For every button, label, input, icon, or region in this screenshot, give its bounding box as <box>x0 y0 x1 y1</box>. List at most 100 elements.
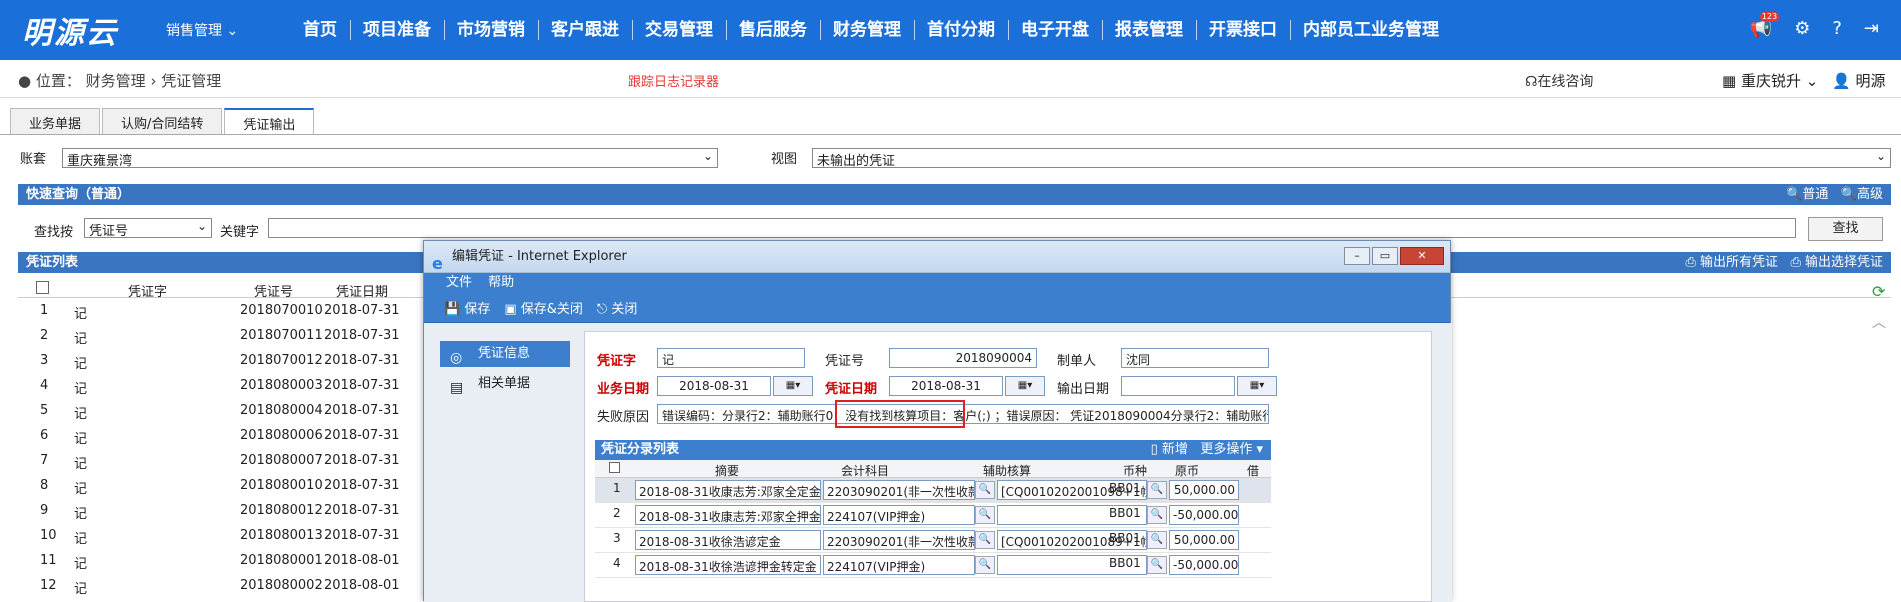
mode-advanced-link[interactable]: 高级 <box>1857 187 1883 202</box>
entry-row[interactable]: 22018-08-31收康志芳:邓家全押金转定金224107(VIP押金)🔍🔍B… <box>595 503 1271 528</box>
mode-normal-link[interactable]: 普通 <box>1802 187 1828 202</box>
table-row[interactable]: 7 记 2018080007 2018-07-31 <box>18 450 428 475</box>
entry-summary-input[interactable]: 2018-08-31收康志芳:邓家全定金 <box>635 480 821 500</box>
user-menu[interactable]: 👤 明源 <box>1832 70 1885 91</box>
calendar-icon[interactable]: ▦▾ <box>1005 376 1045 396</box>
entry-row[interactable]: 3 2018-08-31收徐浩谚定金 2203090201(非一次性收款) 🔍 [CQ0… <box>595 528 1271 553</box>
entry-summary-input[interactable]: 2018-08-31收徐浩谚押金转定金 <box>635 555 821 575</box>
view-select[interactable]: 未输出的凭证 ⌄ <box>812 148 1891 169</box>
table-row[interactable]: 5 记 2018080004 2018-07-31 <box>18 400 428 425</box>
save-close-button[interactable]: ▣ 保存&关闭 <box>504 298 583 317</box>
search-icon[interactable]: 🔍 <box>975 556 995 574</box>
tab-business-docs[interactable]: 业务单据 <box>10 108 101 134</box>
entry-account-input[interactable]: 224107(VIP押金) <box>823 505 975 525</box>
entry-summary-input[interactable]: 2018-08-31收徐浩谚定金 <box>635 530 821 550</box>
entry-amount-input[interactable]: 50,000.00 <box>1169 530 1239 550</box>
find-by-select[interactable]: 凭证号 ⌄ <box>84 218 212 239</box>
entry-account-input[interactable]: 224107(VIP押金) <box>823 555 975 575</box>
add-entry-button[interactable]: ▯ 新增 <box>1151 442 1188 457</box>
table-row[interactable]: 3 记 2018070012 2018-07-31 <box>18 350 428 375</box>
refresh-icon[interactable]: ⟳ <box>1872 282 1885 301</box>
tab-voucher-output[interactable]: 凭证输出 <box>224 108 315 134</box>
voucher-date-input[interactable]: 2018-08-31 <box>889 376 1003 396</box>
dialog-titlebar[interactable]: e 编辑凭证 - Internet Explorer – ▭ ✕ <box>424 241 1450 273</box>
table-row[interactable]: 6 记 2018080006 2018-07-31 <box>18 425 428 450</box>
save-button[interactable]: 💾 保存 <box>444 298 490 317</box>
search-icon[interactable]: 🔍 <box>1147 556 1167 574</box>
voucher-word-input[interactable]: 记 <box>657 348 805 368</box>
search-icon[interactable]: 🔍 <box>1147 481 1167 499</box>
biz-date-input[interactable]: 2018-08-31 <box>657 376 771 396</box>
chevron-up-icon[interactable]: ︿ <box>1872 312 1886 332</box>
nav-home[interactable]: 首页 <box>290 0 350 60</box>
entry-account-input[interactable]: 2203090201(非一次性收款) <box>823 480 975 500</box>
logout-icon[interactable]: ⇥ <box>1864 18 1879 39</box>
search-icon[interactable]: 🔍 <box>975 481 995 499</box>
select-all-checkbox[interactable] <box>36 281 49 298</box>
maximize-button[interactable]: ▭ <box>1372 247 1398 265</box>
nav-invoice-api[interactable]: 开票接口 <box>1196 0 1290 60</box>
entry-row[interactable]: 1 2018-08-31收康志芳:邓家全定金 2203090201(非一次性收款) 🔍… <box>595 478 1271 503</box>
nav-staff-business[interactable]: 内部员工业务管理 <box>1290 0 1452 60</box>
table-row[interactable]: 8 记 2018080010 2018-07-31 <box>18 475 428 500</box>
help-icon[interactable]: ? <box>1832 18 1842 39</box>
search-icon[interactable]: 🔍 <box>975 506 995 524</box>
nav-project-prep[interactable]: 项目准备 <box>350 0 444 60</box>
breadcrumb-finance[interactable]: 财务管理 <box>86 72 146 90</box>
megaphone-icon[interactable]: 📢 123 <box>1750 12 1780 39</box>
menu-file[interactable]: 文件 <box>446 275 472 290</box>
nav-customer-follow[interactable]: 客户跟进 <box>538 0 632 60</box>
table-row[interactable]: 2 记 2018070011 2018-07-31 <box>18 325 428 350</box>
module-selector[interactable]: 销售管理 ⌄ <box>166 20 238 40</box>
close-button[interactable]: ⎋ 关闭 <box>597 298 637 317</box>
close-window-button[interactable]: ✕ <box>1400 247 1444 265</box>
entry-summary-input[interactable]: 2018-08-31收康志芳:邓家全押金转定金 <box>635 505 821 525</box>
nav-marketing[interactable]: 市场营销 <box>444 0 538 60</box>
output-date-input[interactable] <box>1121 376 1235 396</box>
company-selector[interactable]: ▦ 重庆锐升 ⌄ <box>1722 70 1818 91</box>
table-row[interactable]: 12 记 2018080002 2018-08-01 <box>18 575 428 600</box>
nav-down-payment[interactable]: 首付分期 <box>914 0 1008 60</box>
voucher-number-input[interactable]: 2018090004 <box>889 348 1037 368</box>
table-row[interactable]: 1 记 2018070010 2018-07-31 <box>18 300 428 325</box>
entry-amount-input[interactable]: -50,000.00 <box>1169 555 1239 575</box>
more-ops-button[interactable]: 更多操作 ▾ <box>1200 442 1263 457</box>
search-icon[interactable]: 🔍 <box>975 531 995 549</box>
table-row[interactable]: 10 记 2018080013 2018-07-31 <box>18 525 428 550</box>
account-select[interactable]: 重庆雍景湾 ⌄ <box>62 148 718 169</box>
side-related-docs[interactable]: ▤ 相关单据 <box>440 371 570 397</box>
entry-amount-input[interactable]: -50,000.00 <box>1169 505 1239 525</box>
gear-icon[interactable]: ⚙ <box>1794 18 1810 39</box>
minimize-button[interactable]: – <box>1344 247 1370 265</box>
tab-contract-transfer[interactable]: 认购/合同结转 <box>102 108 223 134</box>
entries-select-all[interactable] <box>609 462 620 476</box>
entry-account-input[interactable]: 2203090201(非一次性收款) <box>823 530 975 550</box>
export-all-button[interactable]: 输出所有凭证 <box>1700 255 1778 270</box>
search-icon[interactable]: 🔍 <box>1147 531 1167 549</box>
nav-transactions[interactable]: 交易管理 <box>632 0 726 60</box>
side-voucher-info[interactable]: ◎ 凭证信息 <box>440 341 570 367</box>
col-voucher-no[interactable]: 凭证号 <box>254 281 293 300</box>
export-selected-button[interactable]: 输出选择凭证 <box>1805 255 1883 270</box>
entry-row-number: 2 <box>613 506 621 520</box>
entry-row[interactable]: 4 2018-08-31收徐浩谚押金转定金 224107(VIP押金) 🔍 🔍 BB01-… <box>595 553 1271 578</box>
keyword-input[interactable] <box>268 218 1796 238</box>
table-row[interactable]: 9 记 2018080012 2018-07-31 <box>18 500 428 525</box>
search-icon[interactable]: 🔍 <box>1147 506 1167 524</box>
nav-after-sales[interactable]: 售后服务 <box>726 0 820 60</box>
online-consult[interactable]: ☊在线咨询 <box>1525 71 1593 91</box>
nav-e-opening[interactable]: 电子开盘 <box>1008 0 1102 60</box>
calendar-icon[interactable]: ▦▾ <box>1237 376 1277 396</box>
table-row[interactable]: 4 记 2018080003 2018-07-31 <box>18 375 428 400</box>
nav-finance[interactable]: 财务管理 <box>820 0 914 60</box>
calendar-icon[interactable]: ▦▾ <box>773 376 813 396</box>
search-button[interactable]: 查找 <box>1808 217 1883 241</box>
menu-help[interactable]: 帮助 <box>488 275 514 290</box>
table-row[interactable]: 11 记 2018080001 2018-08-01 <box>18 550 428 575</box>
col-voucher-date[interactable]: 凭证日期 <box>336 281 388 300</box>
col-voucher-word[interactable]: 凭证字 <box>128 281 167 300</box>
entry-amount-input[interactable]: 50,000.00 <box>1169 480 1239 500</box>
maker-input[interactable]: 沈同 <box>1121 348 1269 368</box>
trace-log-link[interactable]: 跟踪日志记录器 <box>628 71 719 90</box>
nav-reports[interactable]: 报表管理 <box>1102 0 1196 60</box>
